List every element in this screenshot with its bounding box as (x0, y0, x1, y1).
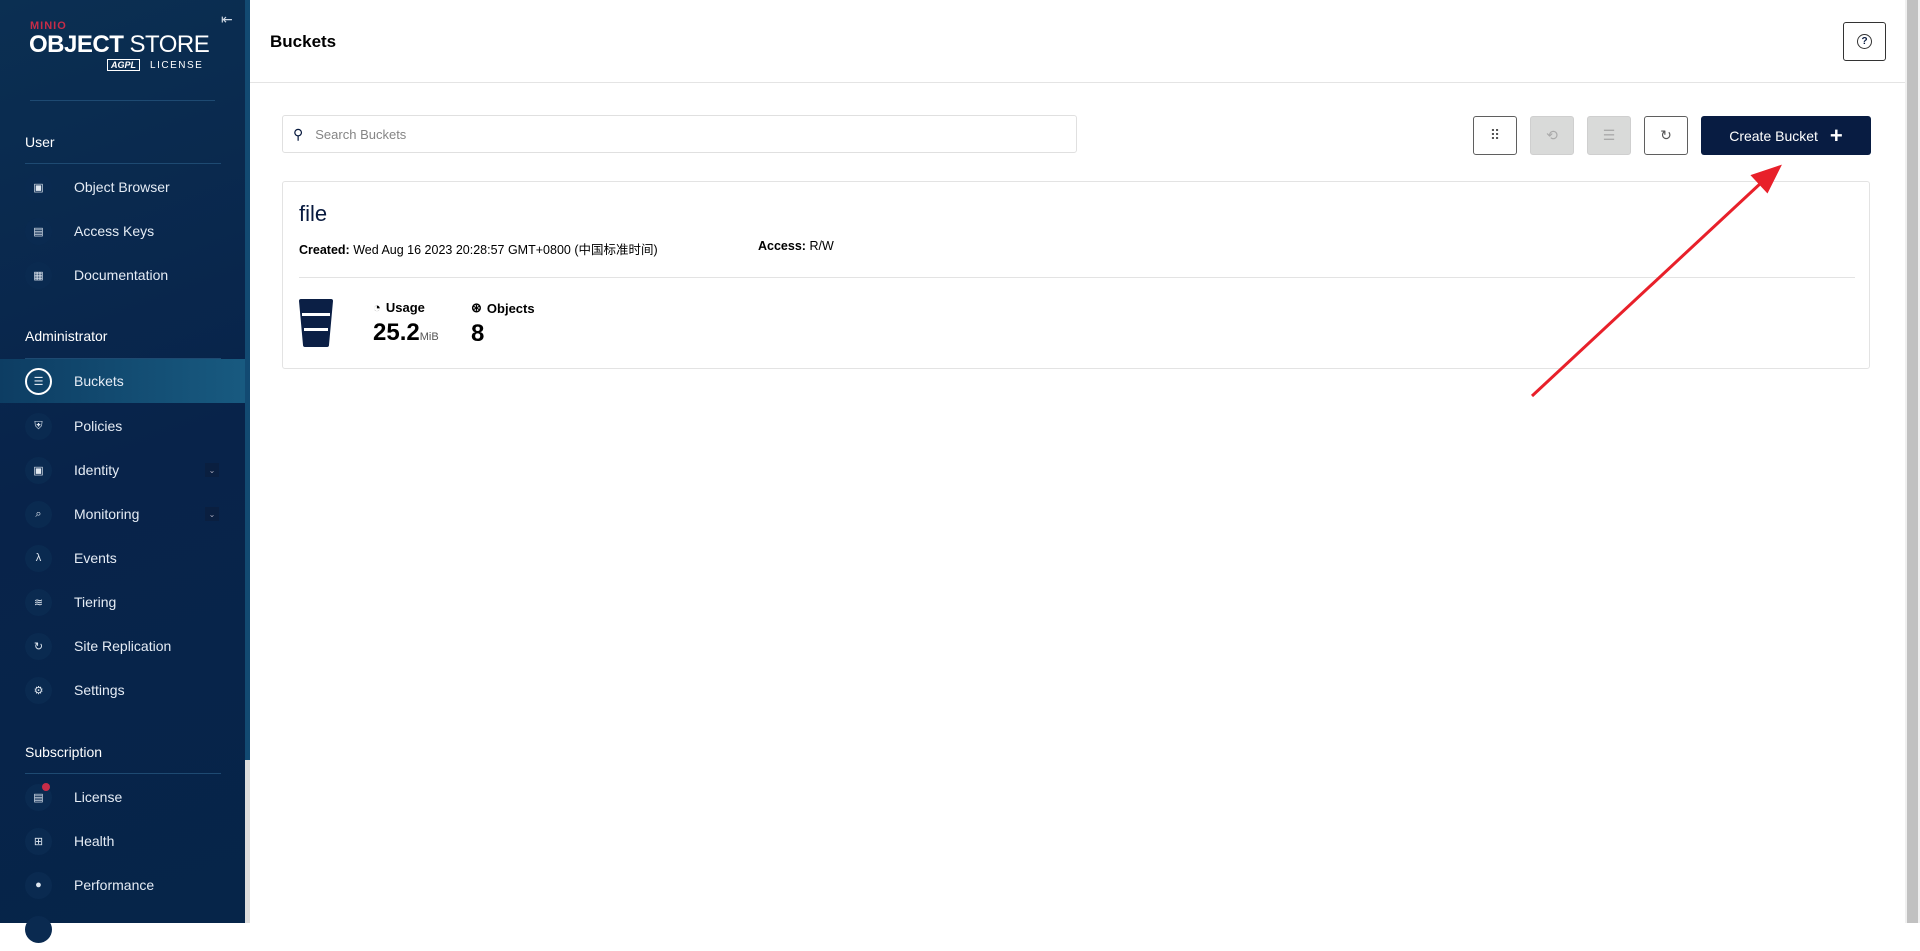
sidebar-item-label: Site Replication (74, 638, 172, 654)
sidebar-item-object-browser[interactable]: ▣ Object Browser (0, 165, 245, 209)
search-input[interactable] (315, 126, 1016, 142)
sidebar-scrollbar-track (245, 760, 250, 923)
divider (299, 277, 1855, 278)
refresh-icon: ↻ (1660, 127, 1672, 143)
search-bar: ⚲ (282, 115, 1077, 153)
policy-icon: ⛨ (25, 412, 52, 440)
sidebar-item-label: License (74, 789, 123, 805)
create-bucket-button[interactable]: Create Bucket + (1701, 116, 1871, 155)
sidebar-scrollbar[interactable] (245, 0, 250, 760)
chevron-down-icon[interactable]: ⌄ (205, 463, 219, 477)
bucket-access: Access: R/W (758, 239, 834, 253)
gear-icon: ⚙ (25, 676, 52, 704)
grid-icon: ⠿ (1489, 127, 1501, 143)
sidebar-item-label: Tiering (74, 594, 117, 610)
sidebar-item-label: Events (74, 550, 117, 566)
sidebar-item-performance[interactable]: ● Performance (0, 863, 245, 907)
bucket-icon (299, 299, 333, 347)
sidebar-item-license[interactable]: ▤ License (0, 775, 245, 819)
access-keys-icon: ▤ (25, 217, 52, 245)
sidebar-item-documentation[interactable]: ▦ Documentation (0, 253, 245, 297)
sidebar: MINIO OBJECT STORE AGPL LICENSE ⇤ User ▣ O… (0, 0, 245, 943)
divider (25, 163, 221, 164)
notification-dot (42, 783, 50, 791)
sidebar-item-label: Health (74, 833, 115, 849)
sidebar-item-label: Access Keys (74, 223, 155, 239)
sidebar-item-monitoring[interactable]: ⌕ Monitoring ⌄ (0, 492, 245, 536)
help-button[interactable]: ? (1843, 22, 1886, 61)
page-header: Buckets ? (250, 0, 1905, 83)
more-icon (25, 915, 52, 943)
sidebar-item-label: Settings (74, 682, 125, 698)
monitoring-icon: ⌕ (25, 500, 52, 528)
bucket-card[interactable]: file Created: Wed Aug 16 2023 20:28:57 G… (282, 181, 1870, 369)
usage-stat: ◔ Usage 25.2MiB (373, 300, 439, 346)
delete-buckets-button[interactable]: ☰ (1587, 116, 1631, 155)
refresh-button[interactable]: ↻ (1644, 116, 1688, 155)
sidebar-item-label: Buckets (74, 373, 124, 389)
sidebar-item-tiering[interactable]: ≋ Tiering (0, 580, 245, 624)
lambda-icon: λ (25, 544, 52, 572)
help-icon: ? (1857, 34, 1872, 49)
replication-icon: ⟲ (1546, 127, 1558, 143)
create-bucket-label: Create Bucket (1729, 127, 1818, 144)
list-view-toggle-button[interactable]: ⠿ (1473, 116, 1517, 155)
bucket-stack-icon: ☰ (1602, 127, 1616, 143)
sidebar-item-label: Policies (74, 418, 123, 434)
sidebar-item-health[interactable]: ⊞ Health (0, 819, 245, 863)
sidebar-item-events[interactable]: λ Events (0, 536, 245, 580)
documentation-icon: ▦ (25, 261, 52, 289)
page-title: Buckets (270, 32, 337, 51)
set-replication-button[interactable]: ⟲ (1530, 116, 1574, 155)
divider (30, 100, 215, 101)
object-browser-icon: ▣ (25, 173, 52, 201)
logo-product: OBJECT STORE (29, 31, 210, 58)
sidebar-item-site-replication[interactable]: ↻ Site Replication (0, 624, 245, 668)
sidebar-item-settings[interactable]: ⚙ Settings (0, 668, 245, 712)
sidebar-item-buckets[interactable]: ☰ Buckets (0, 359, 245, 403)
performance-icon: ● (25, 871, 52, 899)
sidebar-item-access-keys[interactable]: ▤ Access Keys (0, 209, 245, 253)
collapse-left-icon[interactable]: ⇤ (221, 11, 233, 28)
sidebar-item-label: Performance (74, 877, 155, 893)
section-subscription: Subscription (25, 744, 103, 760)
divider (25, 773, 221, 774)
sidebar-item-more[interactable] (0, 907, 245, 951)
sidebar-item-label: Identity (74, 462, 120, 478)
health-icon: ⊞ (25, 827, 52, 855)
objects-icon: ⊛ (471, 300, 482, 315)
bucket-name[interactable]: file (299, 201, 327, 227)
sidebar-item-label: Object Browser (74, 179, 170, 195)
pie-chart-icon: ◔ (373, 300, 381, 315)
sidebar-item-policies[interactable]: ⛨ Policies (0, 404, 245, 448)
logo-license: AGPL LICENSE (107, 59, 203, 71)
sidebar-item-label: Documentation (74, 267, 169, 283)
objects-stat: ⊛ Objects 8 (471, 300, 535, 347)
section-administrator: Administrator (25, 328, 108, 344)
bucket-icon: ☰ (25, 367, 52, 395)
tiering-icon: ≋ (25, 588, 52, 616)
section-user: User (25, 134, 55, 150)
sidebar-item-label: Monitoring (74, 506, 140, 522)
page-scrollbar[interactable] (1905, 0, 1920, 923)
search-icon: ⚲ (293, 125, 304, 142)
sidebar-item-identity[interactable]: ▣ Identity ⌄ (0, 448, 245, 492)
replication-icon: ↻ (25, 632, 52, 660)
chevron-down-icon[interactable]: ⌄ (205, 507, 219, 521)
bucket-created: Created: Wed Aug 16 2023 20:28:57 GMT+08… (299, 243, 658, 257)
identity-icon: ▣ (25, 456, 52, 484)
plus-icon: + (1829, 122, 1843, 148)
